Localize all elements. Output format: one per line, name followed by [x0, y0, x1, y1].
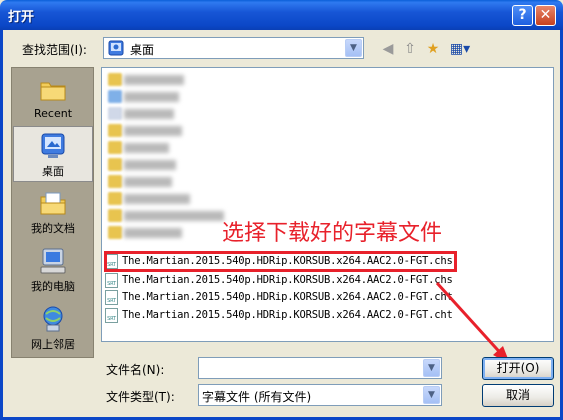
chevron-down-icon[interactable]: ▼ [423, 386, 440, 404]
place-my-documents[interactable]: 我的文档 [13, 184, 93, 240]
place-label: 我的电脑 [31, 280, 75, 293]
up-folder-icon[interactable]: ⇧ [401, 40, 419, 58]
filename-label: 文件名(N): [106, 363, 165, 377]
lookin-value: 桌面 [130, 43, 155, 57]
filetype-value: 字幕文件 (所有文件) [202, 390, 312, 404]
subtitle-file-icon: SRT [105, 308, 118, 323]
cancel-button[interactable]: 取消 [482, 384, 554, 407]
filetype-select[interactable]: 字幕文件 (所有文件) ▼ [198, 384, 442, 406]
place-label: 网上邻居 [31, 338, 75, 351]
file-name: The.Martian.2015.540p.HDRip.KORSUB.x264.… [122, 274, 453, 286]
new-folder-icon[interactable]: ★ [424, 40, 442, 58]
desktop-icon [108, 40, 124, 56]
help-button[interactable]: ? [512, 5, 533, 26]
recent-folder-icon [40, 82, 66, 101]
back-icon[interactable]: ◀ [379, 40, 397, 58]
file-name: The.Martian.2015.540p.HDRip.KORSUB.x264.… [122, 291, 453, 303]
filetype-label: 文件类型(T): [106, 390, 175, 404]
file-list[interactable]: SRT The.Martian.2015.540p.HDRip.KORSUB.x… [101, 67, 554, 342]
views-menu-icon[interactable]: ▦▾ [448, 40, 472, 58]
network-places-icon [43, 306, 63, 332]
places-bar: Recent 桌面 我的文档 我的电脑 网上邻居 [11, 67, 94, 358]
lookin-label: 查找范围(I): [22, 43, 87, 57]
place-label: 我的文档 [31, 222, 75, 235]
window-title: 打开 [8, 10, 35, 25]
lookin-dropdown[interactable]: 桌面 ▼ [103, 37, 364, 59]
place-network[interactable]: 网上邻居 [13, 300, 93, 356]
close-button[interactable]: ✕ [535, 5, 556, 26]
subtitle-file-icon: SRT [105, 273, 118, 288]
annotation-highlight-box [104, 251, 457, 272]
place-label: Recent [33, 107, 73, 120]
chevron-down-icon[interactable]: ▼ [423, 359, 440, 377]
place-label: 桌面 [42, 165, 64, 178]
place-recent[interactable]: Recent [13, 70, 93, 126]
place-my-computer[interactable]: 我的电脑 [13, 242, 93, 298]
desktop-icon [41, 133, 65, 158]
subtitle-file-icon: SRT [105, 290, 118, 305]
my-computer-icon [40, 248, 66, 274]
annotation-text: 选择下载好的字幕文件 [222, 221, 443, 246]
my-documents-icon [40, 192, 66, 215]
file-name: The.Martian.2015.540p.HDRip.KORSUB.x264.… [122, 309, 453, 321]
place-desktop[interactable]: 桌面 [13, 126, 93, 182]
chevron-down-icon[interactable]: ▼ [345, 39, 362, 57]
open-button[interactable]: 打开(O) [482, 357, 554, 380]
title-bar[interactable]: 打开 ? ✕ [0, 0, 563, 30]
filename-input[interactable]: ▼ [198, 357, 442, 379]
